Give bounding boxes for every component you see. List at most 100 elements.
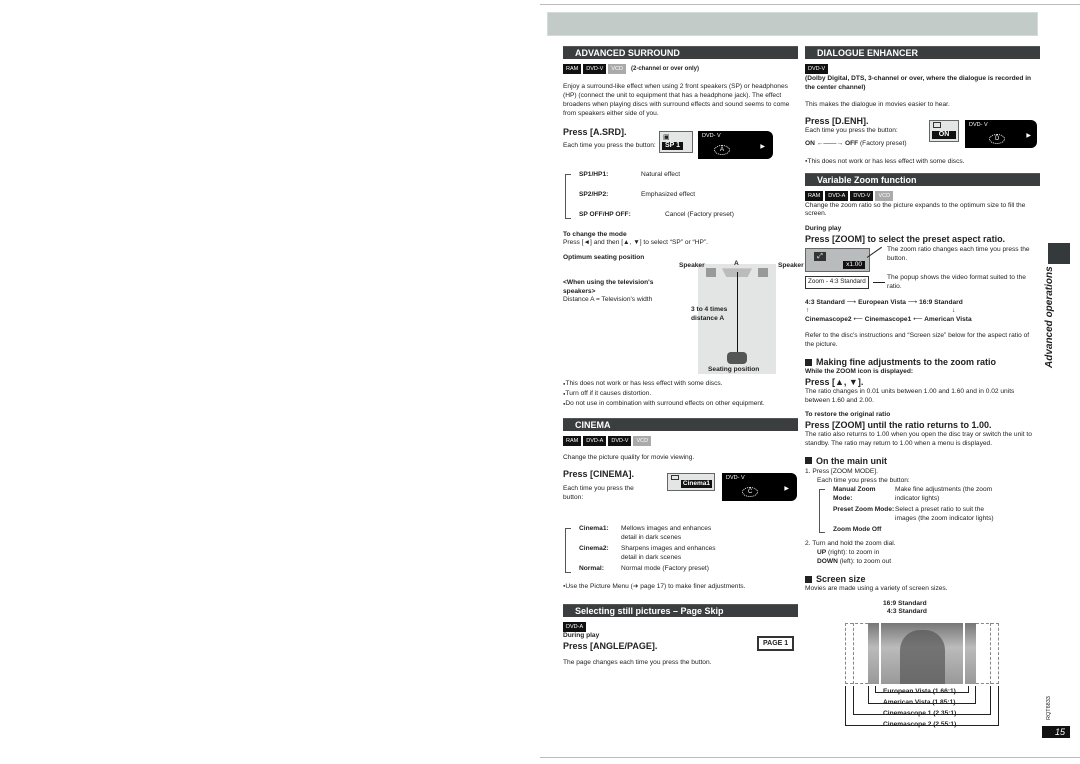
screen-label: DVD- V (726, 474, 745, 481)
step-1-sub: Each time you press the button: (817, 476, 910, 484)
note-item: This does not work or has less effect wi… (563, 380, 798, 389)
step-2: 2. Turn and hold the zoom dial. (805, 540, 896, 548)
side-label: Advanced operations (1044, 266, 1055, 368)
tag-dvd-v: DVD-V (583, 64, 607, 74)
screen-label: DVD- V (702, 132, 721, 139)
cycle-bracket (565, 527, 571, 573)
screen-size-diagram: 16:9 Standard 4:3 Standard European Vist… (805, 600, 1040, 730)
mode-item: Normal: Normal mode (Factory preset) (579, 564, 709, 572)
callout-text-1: The zoom ratio changes each time you pre… (887, 246, 1030, 263)
page-number: 15 (1042, 726, 1070, 738)
main-unit-heading: On the main unit (805, 455, 1040, 467)
mode-item: SP OFF/HP OFF: Cancel (Factory preset) (579, 210, 734, 218)
zoom-icon: ⤢ (814, 252, 826, 262)
zoom-popup: Zoom - 4:3 Standard (805, 276, 869, 289)
zoom-osd: ⤢ x1.00 (805, 248, 870, 273)
tv-screen-illustration: DVD- V C ▶ (722, 472, 797, 501)
square-bullet-icon (805, 358, 812, 366)
mode-item: SP2/HP2: Emphasized effect (579, 190, 696, 198)
zoom-mode-flow: Manual Zoom Mode: Make fine adjustments (… (817, 486, 1040, 537)
distance-text: 3 to 4 times distance A (691, 306, 728, 323)
press-instruction: Press [ZOOM] to select the preset aspect… (805, 234, 1006, 245)
zoom-ratio: x1.00 (843, 261, 865, 270)
couple-figure (900, 630, 945, 685)
osd-value: SP 1 (662, 141, 684, 150)
cinema-mode-flow: Cinema1: Mellows images and enhances deta… (563, 525, 798, 577)
tv-speakers-text: Distance A = Television's width (563, 296, 653, 304)
note-item: Turn off if it causes distortion. (563, 390, 798, 399)
play-icon: ▶ (1026, 132, 1031, 139)
tv-speakers-title: <When using the television's speakers> (563, 279, 654, 296)
section-header: CINEMA (563, 418, 798, 432)
doc-code: RQT6833 (1046, 696, 1052, 720)
seat-label: Seating position (708, 366, 760, 374)
disc-tags: RAM DVD-V VCD (2-channel or over only) (563, 64, 798, 74)
mode-item: Cinema2: Sharpens images and enhances det… (579, 544, 716, 561)
tag-note: (2-channel or over only) (630, 65, 699, 72)
side-tab-marker (1048, 243, 1070, 264)
right-column: DIALOGUE ENHANCER DVD-V (Dolby Digital, … (805, 46, 1040, 730)
up-arrow-icon: ↑ (806, 307, 810, 315)
step-1: 1. Press [ZOOM MODE]. (805, 467, 878, 475)
page-osd: PAGE 1 (757, 635, 795, 652)
screen-badge: C (742, 486, 759, 497)
mode-item: Cinema1: Mellows images and enhances deta… (579, 524, 712, 541)
cycle-bracket (565, 173, 571, 219)
down-line: DOWN (left): to zoom out (817, 558, 892, 566)
speaker-left-label: Speaker (679, 262, 705, 270)
note-item: This does not work or has less effect wi… (805, 158, 1040, 167)
tag-dvd-v: DVD-V (805, 64, 829, 74)
mode-item: Manual Zoom Mode: Make fine adjustments (… (833, 486, 993, 503)
disc-tags: DVD-A (563, 621, 798, 632)
distance-label: A (734, 260, 739, 268)
distance-line (737, 272, 738, 353)
notes-list: This does not work or has less effect wi… (563, 380, 798, 409)
seat-icon (727, 352, 747, 365)
cinema-section: CINEMA RAM DVD-A DVD-V VCD Change the pi… (563, 418, 798, 592)
aspect-cycle: 4:3 Standard ⟶ European Vista ⟶ 16:9 Sta… (805, 299, 1040, 325)
intro-text: Change the zoom ratio so the picture exp… (805, 201, 1026, 218)
callout-text-2: The popup shows the video format suited … (887, 274, 1026, 291)
mode-item: SP1/HP1: Natural effect (579, 170, 681, 178)
note-item: Do not use in combination with surround … (563, 400, 798, 409)
osd-value: Cinema1 (680, 479, 712, 488)
osd-indicator: ▣ SP 1 (659, 130, 693, 153)
tag-dvd-v: DVD-V (850, 190, 874, 201)
section-header: Selecting still pictures – Page Skip (563, 603, 798, 617)
tag-dvd-a: DVD-A (583, 436, 607, 447)
tag-vcd: VCD (633, 436, 652, 447)
mode-item: Preset Zoom Mode: Select a preset ratio t… (833, 506, 994, 523)
restore-text: The ratio also returns to 1.00 when you … (805, 430, 1032, 447)
intro-text: Change the picture quality for movie vie… (563, 454, 695, 462)
zoom-osd-area: ⤢ x1.00 Zoom - 4:3 Standard The zoom rat… (805, 246, 1040, 297)
restore-title: To restore the original ratio (805, 410, 891, 418)
advanced-surround-section: ADVANCED SURROUND RAM DVD-V VCD (2-chann… (563, 46, 804, 409)
tag-dvd-a: DVD-A (825, 190, 849, 201)
osd-indicator: Cinema1 (667, 472, 715, 491)
screen-size-heading: Screen size (805, 573, 1040, 585)
cinema-icon (671, 474, 679, 480)
tag-vcd: VCD (875, 190, 894, 201)
dialogue-icon (933, 121, 941, 128)
tv-screen-illustration: DVD- V A ▶ (698, 130, 773, 159)
section-header: DIALOGUE ENHANCER (805, 46, 1040, 59)
callout-line (873, 282, 885, 284)
section-header: ADVANCED SURROUND (563, 46, 798, 59)
tag-ram: RAM (805, 190, 824, 201)
while-zoom-label: While the ZOOM icon is displayed: (805, 368, 914, 376)
during-play-label: During play (805, 225, 842, 233)
press-arrows: Press [▲, ▼]. (805, 377, 864, 388)
square-bullet-icon (805, 575, 812, 583)
cycle-row-2: Cinemascope2 ⟵ Cinemascope1 ⟵ American V… (805, 316, 972, 324)
disc-tags: DVD-V (805, 64, 1040, 74)
disc-tags: RAM DVD-A DVD-V VCD (563, 436, 798, 447)
tag-ram: RAM (563, 64, 582, 74)
page-skip-section: Selecting still pictures – Page Skip DVD… (563, 603, 798, 668)
refer-text: Refer to the disc's instructions and “Sc… (805, 332, 1030, 349)
disc-tags: RAM DVD-A DVD-V VCD (805, 190, 1040, 201)
fine-text: The ratio changes in 0.01 units between … (805, 388, 1015, 404)
page-skip-text: The page changes each time you press the… (563, 658, 712, 666)
down-arrow-icon: ↓ (952, 307, 956, 315)
left-column: ADVANCED SURROUND RAM DVD-V VCD (2-chann… (563, 46, 804, 668)
note-item: Use the Picture Menu (➔ page 17) to make… (563, 583, 798, 592)
